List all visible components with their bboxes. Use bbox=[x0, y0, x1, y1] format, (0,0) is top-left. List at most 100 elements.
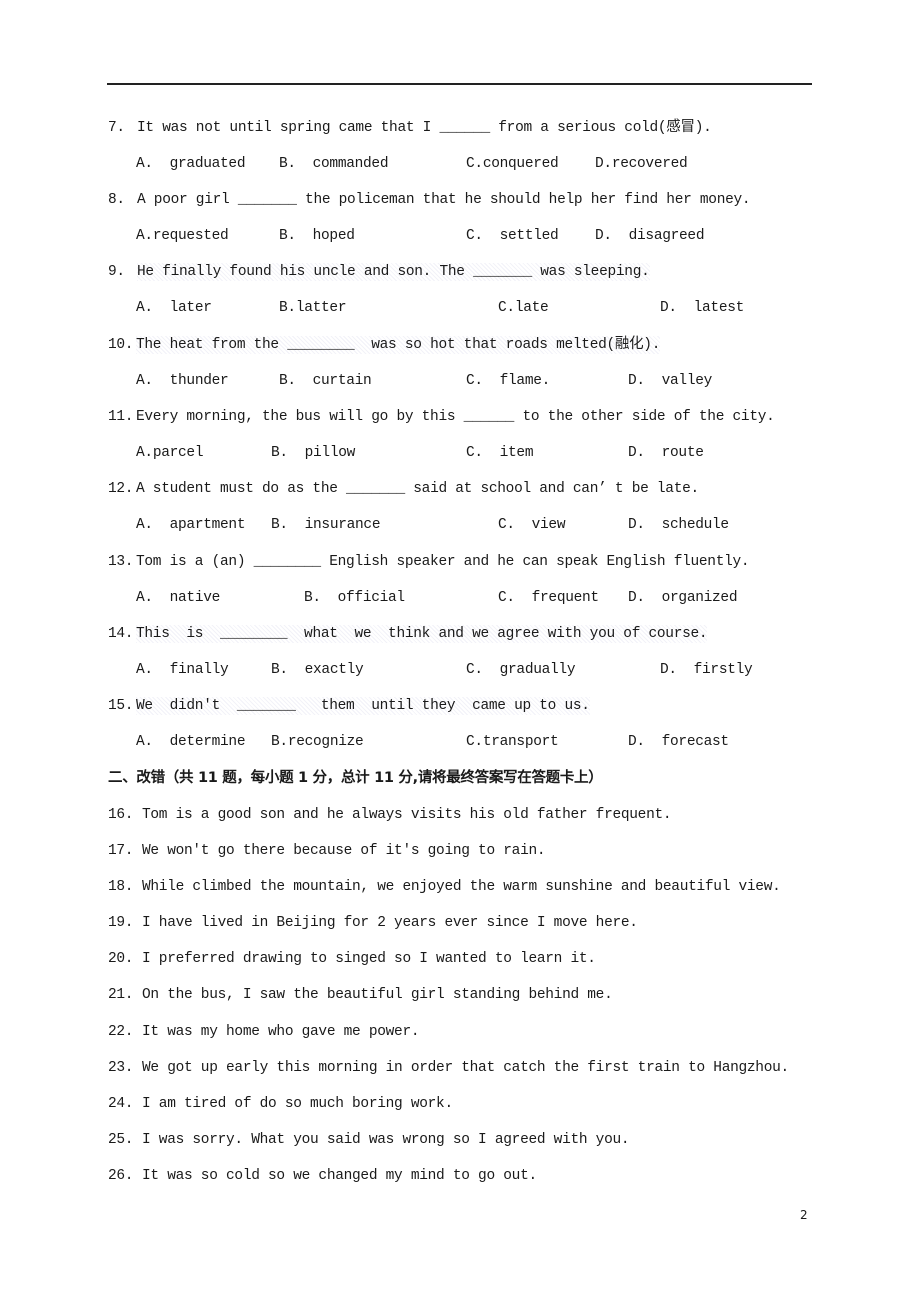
option-c: C. frequent bbox=[498, 589, 599, 607]
question-number: 25. bbox=[108, 1132, 134, 1148]
option-text: later bbox=[169, 300, 212, 316]
stem-text: from a serious cold(感冒). bbox=[489, 120, 712, 136]
question-stem: Every morning, the bus will go by this _… bbox=[136, 408, 775, 426]
option-label: A. bbox=[136, 156, 153, 172]
option-label: D. bbox=[628, 445, 645, 461]
option-b: B. commanded bbox=[279, 155, 389, 173]
answer-blank: _______ bbox=[473, 264, 532, 280]
question-number: 10. bbox=[108, 337, 134, 353]
option-label: A. bbox=[136, 517, 153, 533]
option-text: firstly bbox=[693, 662, 753, 678]
option-text: determine bbox=[169, 734, 246, 750]
option-label: D. bbox=[628, 517, 645, 533]
option-text: official bbox=[337, 590, 406, 606]
correction-sentence: I have lived in Beijing for 2 years ever… bbox=[142, 915, 638, 931]
option-label: C. bbox=[466, 445, 483, 461]
option-c: C. view bbox=[498, 516, 566, 534]
option-text: frequent bbox=[531, 590, 600, 606]
option-b: B. curtain bbox=[279, 372, 372, 390]
option-text: gradually bbox=[499, 662, 576, 678]
option-text: graduated bbox=[169, 156, 246, 172]
option-text: curtain bbox=[312, 373, 372, 389]
stem-text: The heat from the bbox=[136, 337, 288, 353]
option-label: D. bbox=[595, 228, 612, 244]
option-text: recovered bbox=[611, 156, 688, 172]
option-b: B. insurance bbox=[271, 516, 381, 534]
correction-sentence: It was so cold so we changed my mind to … bbox=[142, 1168, 537, 1184]
question-number: 14. bbox=[108, 626, 134, 642]
option-label: B. bbox=[271, 445, 288, 461]
stem-text: was sleeping. bbox=[531, 264, 650, 280]
option-label: A. bbox=[136, 734, 153, 750]
option-a: A. graduated bbox=[136, 155, 246, 173]
question-stem: The heat from the ________ was so hot th… bbox=[136, 336, 660, 354]
option-c: C. item bbox=[466, 444, 534, 462]
option-text: parcel bbox=[152, 445, 204, 461]
question-stem: It was not until spring came that I ____… bbox=[137, 119, 712, 137]
question-number: 20. bbox=[108, 951, 134, 967]
option-text: exactly bbox=[304, 662, 364, 678]
option-label: C. bbox=[466, 373, 483, 389]
stem-text: Tom is a (an) bbox=[136, 554, 254, 570]
correction-sentence: While climbed the mountain, we enjoyed t… bbox=[142, 879, 781, 895]
option-b: B. exactly bbox=[271, 661, 364, 679]
correction-sentence: On the bus, I saw the beautiful girl sta… bbox=[142, 987, 613, 1003]
stem-text: the policeman that he should help her fi… bbox=[296, 192, 751, 208]
option-text: schedule bbox=[661, 517, 730, 533]
stem-text: was so hot that roads melted(融化). bbox=[354, 337, 661, 353]
option-label: C. bbox=[466, 734, 483, 750]
stem-text: A student must do as the bbox=[136, 481, 347, 497]
answer-blank: _______ bbox=[346, 481, 405, 497]
option-label: C. bbox=[498, 517, 515, 533]
option-text: latter bbox=[295, 300, 347, 316]
answer-blank: ________ bbox=[287, 337, 355, 353]
question-stem: We didn't _______ them until they came u… bbox=[136, 697, 590, 715]
stem-text: A poor girl bbox=[137, 192, 238, 208]
question-number: 13. bbox=[108, 554, 134, 570]
option-text: valley bbox=[661, 373, 713, 389]
option-text: flame. bbox=[499, 373, 551, 389]
question-number: 24. bbox=[108, 1096, 134, 1112]
question-number: 12. bbox=[108, 481, 134, 497]
option-label: D. bbox=[660, 662, 677, 678]
option-c: C. settled bbox=[466, 227, 559, 245]
question-number: 22. bbox=[108, 1024, 134, 1040]
option-b: B. hoped bbox=[279, 227, 355, 245]
question-number: 18. bbox=[108, 879, 134, 895]
option-a: A.parcel bbox=[136, 444, 204, 462]
question-stem: Tom is a (an) ________ English speaker a… bbox=[136, 553, 750, 571]
option-text: pillow bbox=[304, 445, 356, 461]
question-number: 19. bbox=[108, 915, 134, 931]
option-c: C.transport bbox=[466, 733, 559, 751]
option-label: A. bbox=[136, 662, 153, 678]
option-text: forecast bbox=[661, 734, 730, 750]
option-d: D. valley bbox=[628, 372, 712, 390]
option-b: B. pillow bbox=[271, 444, 355, 462]
option-d: D. route bbox=[628, 444, 704, 462]
option-text: late bbox=[514, 300, 549, 316]
question-number: 26. bbox=[108, 1168, 134, 1184]
question-number: 8. bbox=[108, 192, 125, 208]
option-c: C. gradually bbox=[466, 661, 576, 679]
section-heading: 二、改错（共 11 题，每小题 1 分，总计 11 分,请将最终答案写在答题卡上… bbox=[108, 770, 603, 786]
question-number: 21. bbox=[108, 987, 134, 1003]
option-text: disagreed bbox=[628, 228, 705, 244]
option-text: native bbox=[169, 590, 221, 606]
option-text: insurance bbox=[304, 517, 381, 533]
question-number: 16. bbox=[108, 807, 134, 823]
stem-text: what we think and we agree with you of c… bbox=[287, 626, 708, 642]
stem-text: said at school and can’ t be late. bbox=[404, 481, 699, 497]
question-number: 11. bbox=[108, 409, 134, 425]
option-text: transport bbox=[482, 734, 559, 750]
stem-text: It was not until spring came that I bbox=[137, 120, 440, 136]
stem-text: We didn't bbox=[136, 698, 237, 714]
option-label: C. bbox=[498, 300, 515, 316]
option-text: settled bbox=[499, 228, 559, 244]
option-d: D. disagreed bbox=[595, 227, 705, 245]
option-label: B. bbox=[279, 228, 296, 244]
question-number: 9. bbox=[108, 264, 125, 280]
option-label: A. bbox=[136, 373, 153, 389]
option-label: B. bbox=[271, 734, 288, 750]
correction-sentence: We got up early this morning in order th… bbox=[142, 1060, 789, 1076]
option-label: C. bbox=[466, 228, 483, 244]
